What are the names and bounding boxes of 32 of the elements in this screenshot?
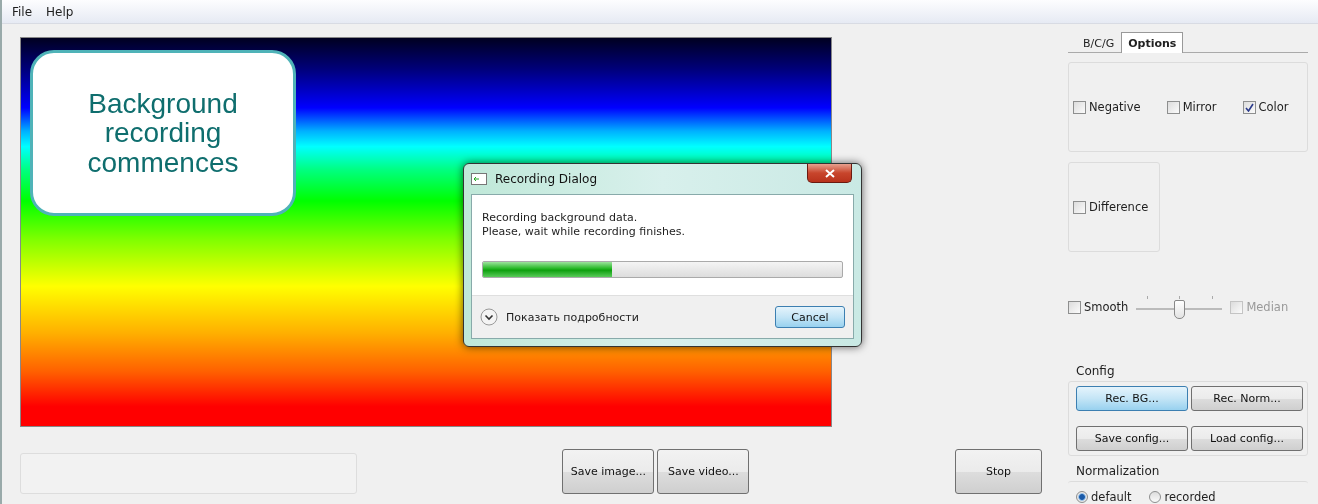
checkbox[interactable]: Smooth [1068, 300, 1129, 314]
save-button[interactable]: Save image... [562, 449, 655, 494]
cancel-button[interactable]: Cancel [775, 306, 845, 328]
window-icon [471, 173, 487, 185]
tab[interactable]: Options [1121, 32, 1184, 53]
config-button[interactable]: Rec. BG... [1076, 386, 1188, 411]
group-title: Normalization [1076, 464, 1161, 478]
dialog-message: Recording background data. [482, 211, 639, 225]
chevron-icon [480, 308, 498, 326]
config-button[interactable]: Load config... [1191, 426, 1303, 451]
close-button[interactable] [807, 164, 852, 183]
checkbox[interactable]: Difference [1073, 200, 1149, 214]
smooth-slider[interactable] [1136, 296, 1223, 318]
menu-item[interactable]: File [6, 2, 39, 21]
save-button[interactable]: Save video... [657, 449, 750, 494]
checkbox[interactable]: Negative [1073, 100, 1141, 114]
close-icon [824, 168, 835, 178]
checkbox[interactable]: Mirror [1166, 100, 1217, 114]
group-title: Config [1076, 364, 1116, 378]
check-icon [1244, 102, 1254, 112]
callout: Background recording commences [30, 50, 296, 216]
dialog-message: Please, wait while recording finishes. [482, 225, 686, 239]
radio-button[interactable]: default [1076, 490, 1132, 504]
dialog-title: Recording Dialog [495, 172, 598, 186]
config-button[interactable]: Save config... [1076, 426, 1188, 451]
stop-button[interactable]: Stop [955, 449, 1042, 494]
checkbox[interactable]: Color [1242, 100, 1289, 114]
config-button[interactable]: Rec. Norm... [1191, 386, 1303, 411]
radio-button[interactable]: recorded [1149, 490, 1216, 504]
menu-item[interactable]: Help [40, 2, 80, 21]
tab[interactable]: B/C/G [1076, 34, 1122, 52]
details-toggle[interactable]: Показать подробности [480, 308, 639, 326]
